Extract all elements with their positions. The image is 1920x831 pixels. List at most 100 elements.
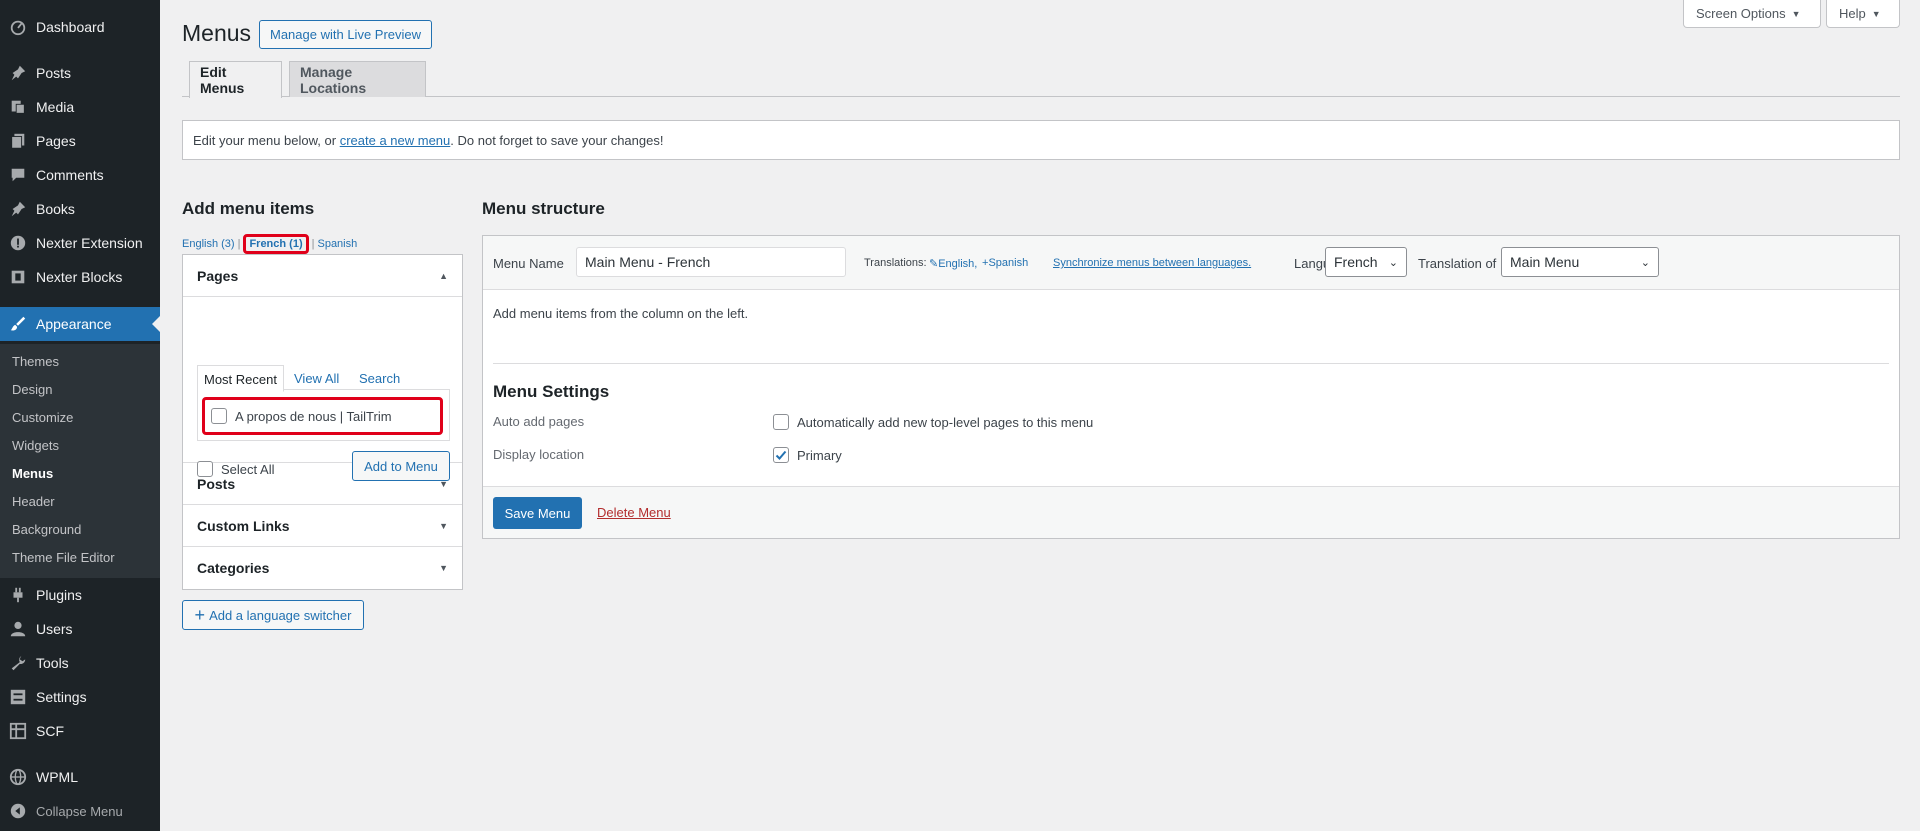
page-item-row[interactable]: A propos de nous | TailTrim bbox=[202, 397, 443, 435]
menu-header-bar: Menu Name Main Menu - French Translation… bbox=[483, 236, 1899, 290]
wrench-icon bbox=[0, 654, 36, 672]
plus-icon: + bbox=[194, 605, 206, 625]
user-icon bbox=[0, 620, 36, 638]
caret-down-icon: ▼ bbox=[1791, 8, 1801, 19]
blocks-icon bbox=[0, 268, 36, 286]
add-items-accordion: Pages ▲ Most Recent View All Search A pr… bbox=[182, 254, 463, 590]
pages-section-body: Most Recent View All Search A propos de … bbox=[183, 297, 462, 481]
sidebar-item-posts[interactable]: Posts bbox=[0, 56, 160, 90]
pencil-icon: ✎ bbox=[929, 258, 939, 270]
submenu-customize[interactable]: Customize bbox=[12, 410, 73, 425]
categories-section-toggle[interactable]: Categories ▼ bbox=[183, 547, 462, 589]
create-new-menu-link[interactable]: create a new menu bbox=[340, 133, 451, 148]
arrow-up-icon: ▲ bbox=[439, 270, 448, 281]
tab-view-all[interactable]: View All bbox=[294, 371, 339, 386]
tab-search[interactable]: Search bbox=[359, 371, 400, 386]
primary-location-row: Primary bbox=[773, 447, 842, 463]
dashboard-icon bbox=[0, 18, 36, 36]
admin-sidebar: Dashboard Posts Media Pages Comments Boo… bbox=[0, 0, 160, 831]
notice-box: Edit your menu below, or create a new me… bbox=[182, 120, 1900, 160]
lang-spanish-link[interactable]: Spanish bbox=[317, 238, 357, 250]
auto-add-checkbox[interactable] bbox=[773, 414, 789, 430]
collapse-icon bbox=[0, 802, 36, 820]
pin-icon bbox=[0, 64, 36, 82]
globe-icon bbox=[0, 768, 36, 786]
custom-links-section-toggle[interactable]: Custom Links ▼ bbox=[183, 505, 462, 547]
help-button[interactable]: Help ▼ bbox=[1826, 0, 1900, 28]
add-menu-items-title: Add menu items bbox=[182, 199, 315, 218]
menu-settings-title: Menu Settings bbox=[493, 382, 610, 401]
sidebar-item-settings[interactable]: Settings bbox=[0, 680, 160, 714]
tab-most-recent[interactable]: Most Recent bbox=[197, 365, 284, 392]
submenu-theme-file-editor[interactable]: Theme File Editor bbox=[12, 550, 115, 565]
language-filter-links: English (3) | French (1) | Spanish bbox=[182, 234, 357, 254]
select-all-row: Select All bbox=[197, 461, 274, 477]
tab-edit-menus[interactable]: Edit Menus bbox=[189, 61, 282, 98]
settings-icon bbox=[0, 688, 36, 706]
sidebar-item-wpml[interactable]: WPML bbox=[0, 760, 160, 794]
sidebar-item-nexter-blocks[interactable]: Nexter Blocks bbox=[0, 260, 160, 294]
submenu-themes[interactable]: Themes bbox=[12, 354, 59, 369]
menu-instructions: Add menu items from the column on the le… bbox=[493, 306, 749, 321]
live-preview-button[interactable]: Manage with Live Preview bbox=[259, 20, 433, 49]
auto-add-row: Automatically add new top-level pages to… bbox=[773, 414, 1093, 430]
sidebar-item-comments[interactable]: Comments bbox=[0, 158, 160, 192]
sidebar-item-nexter-extension[interactable]: Nexter Extension bbox=[0, 226, 160, 260]
pin-icon bbox=[0, 200, 36, 218]
sidebar-item-dashboard[interactable]: Dashboard bbox=[0, 10, 160, 44]
chevron-down-icon: ⌄ bbox=[1640, 256, 1650, 269]
sidebar-item-scf[interactable]: SCF bbox=[0, 714, 160, 748]
select-all-checkbox[interactable] bbox=[197, 461, 213, 477]
screen-options-button[interactable]: Screen Options ▼ bbox=[1683, 0, 1821, 28]
arrow-down-icon: ▼ bbox=[439, 520, 448, 531]
menu-structure-title: Menu structure bbox=[482, 199, 605, 218]
sidebar-item-appearance[interactable]: Appearance bbox=[0, 307, 160, 341]
tab-manage-locations[interactable]: Manage Locations bbox=[289, 61, 426, 97]
translation-english-link[interactable]: ✎English, bbox=[929, 257, 977, 270]
add-to-menu-button[interactable]: Add to Menu bbox=[352, 451, 450, 481]
submenu-widgets[interactable]: Widgets bbox=[12, 438, 59, 453]
pages-section-toggle[interactable]: Pages ▲ bbox=[183, 255, 462, 297]
sidebar-item-users[interactable]: Users bbox=[0, 612, 160, 646]
sidebar-item-plugins[interactable]: Plugins bbox=[0, 578, 160, 612]
submenu-menus[interactable]: Menus bbox=[12, 466, 53, 481]
plugin-icon bbox=[0, 586, 36, 604]
sidebar-item-tools[interactable]: Tools bbox=[0, 646, 160, 680]
language-select[interactable]: French ⌄ bbox=[1325, 247, 1407, 277]
collapse-menu-button[interactable]: Collapse Menu bbox=[0, 794, 160, 828]
divider bbox=[493, 363, 1889, 364]
tabs-divider bbox=[182, 96, 1900, 97]
lang-french-link[interactable]: French (1) bbox=[249, 238, 302, 250]
translation-spanish-link[interactable]: +Spanish bbox=[982, 257, 1028, 269]
menu-name-input[interactable]: Main Menu - French bbox=[576, 247, 846, 277]
submenu-design[interactable]: Design bbox=[12, 382, 52, 397]
sidebar-item-books[interactable]: Books bbox=[0, 192, 160, 226]
brush-icon bbox=[0, 315, 36, 333]
submenu-background[interactable]: Background bbox=[12, 522, 81, 537]
submenu-header[interactable]: Header bbox=[12, 494, 55, 509]
menu-edit-panel: Menu Name Main Menu - French Translation… bbox=[482, 235, 1900, 539]
grid-icon bbox=[0, 722, 36, 740]
arrow-down-icon: ▼ bbox=[439, 563, 448, 573]
media-icon bbox=[0, 98, 36, 116]
checkmark-icon bbox=[775, 450, 787, 460]
sync-menus-link[interactable]: Synchronize menus between languages. bbox=[1053, 257, 1251, 269]
delete-menu-link[interactable]: Delete Menu bbox=[597, 505, 671, 520]
add-language-switcher-button[interactable]: + Add a language switcher bbox=[182, 600, 364, 630]
lang-english-link[interactable]: English (3) bbox=[182, 238, 235, 250]
info-icon bbox=[0, 234, 36, 252]
translation-of-select[interactable]: Main Menu ⌄ bbox=[1501, 247, 1659, 277]
lang-french-highlight: French (1) bbox=[243, 234, 309, 254]
sidebar-item-pages[interactable]: Pages bbox=[0, 124, 160, 158]
sidebar-item-media[interactable]: Media bbox=[0, 90, 160, 124]
chevron-down-icon: ⌄ bbox=[1388, 256, 1398, 269]
caret-down-icon: ▼ bbox=[1871, 8, 1881, 19]
save-menu-button[interactable]: Save Menu bbox=[493, 497, 582, 529]
menu-footer-bar: Save Menu Delete Menu bbox=[483, 486, 1899, 538]
primary-location-checkbox[interactable] bbox=[773, 447, 789, 463]
page-title: Menus bbox=[182, 20, 252, 46]
comment-icon bbox=[0, 166, 36, 184]
pages-icon bbox=[0, 132, 36, 150]
appearance-submenu: Themes Design Customize Widgets Menus He… bbox=[0, 344, 160, 578]
page-item-checkbox[interactable] bbox=[211, 408, 227, 424]
